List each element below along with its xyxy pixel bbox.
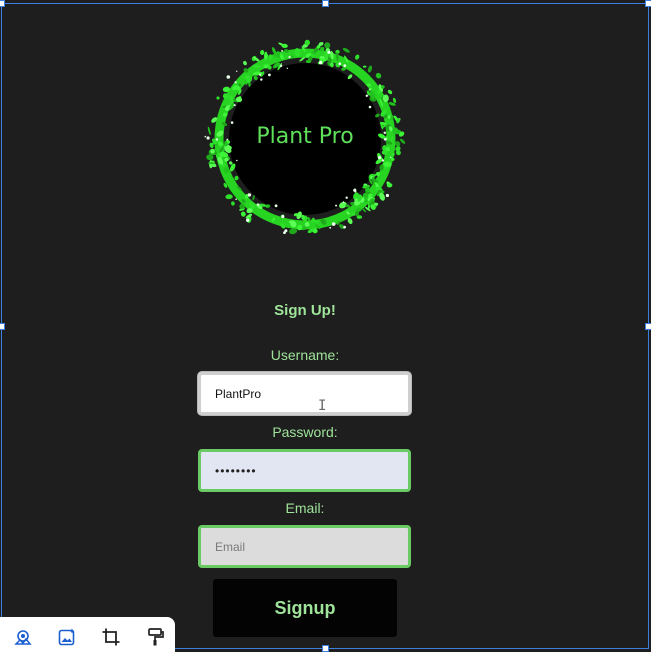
resize-handle-left[interactable] [0,323,5,330]
email-label: Email: [285,500,325,516]
format-paint-icon[interactable] [144,626,166,648]
crop-icon[interactable] [100,626,122,648]
email-input[interactable] [198,525,411,568]
canvas: Plant Pro Sign Up! Username: I Password:… [0,0,651,657]
signup-form: Sign Up! Username: I Password: Email: Si… [0,0,651,652]
password-label: Password: [272,424,338,440]
signup-button[interactable]: Signup [213,579,397,637]
resize-handle-bottom[interactable] [322,645,329,652]
image-ai-icon[interactable] [56,626,78,648]
image-toolbar [0,617,175,657]
password-input[interactable] [198,449,411,492]
username-label: Username: [270,347,340,363]
resize-handle-top[interactable] [322,0,329,7]
resize-handle-top-right[interactable] [645,0,651,7]
text-cursor-icon: I [318,398,327,414]
username-input[interactable] [198,372,411,415]
resize-handle-top-left[interactable] [0,0,5,7]
resize-handle-right[interactable] [645,323,651,330]
form-heading: Sign Up! [274,302,336,319]
image-adjust-icon[interactable] [12,626,34,648]
